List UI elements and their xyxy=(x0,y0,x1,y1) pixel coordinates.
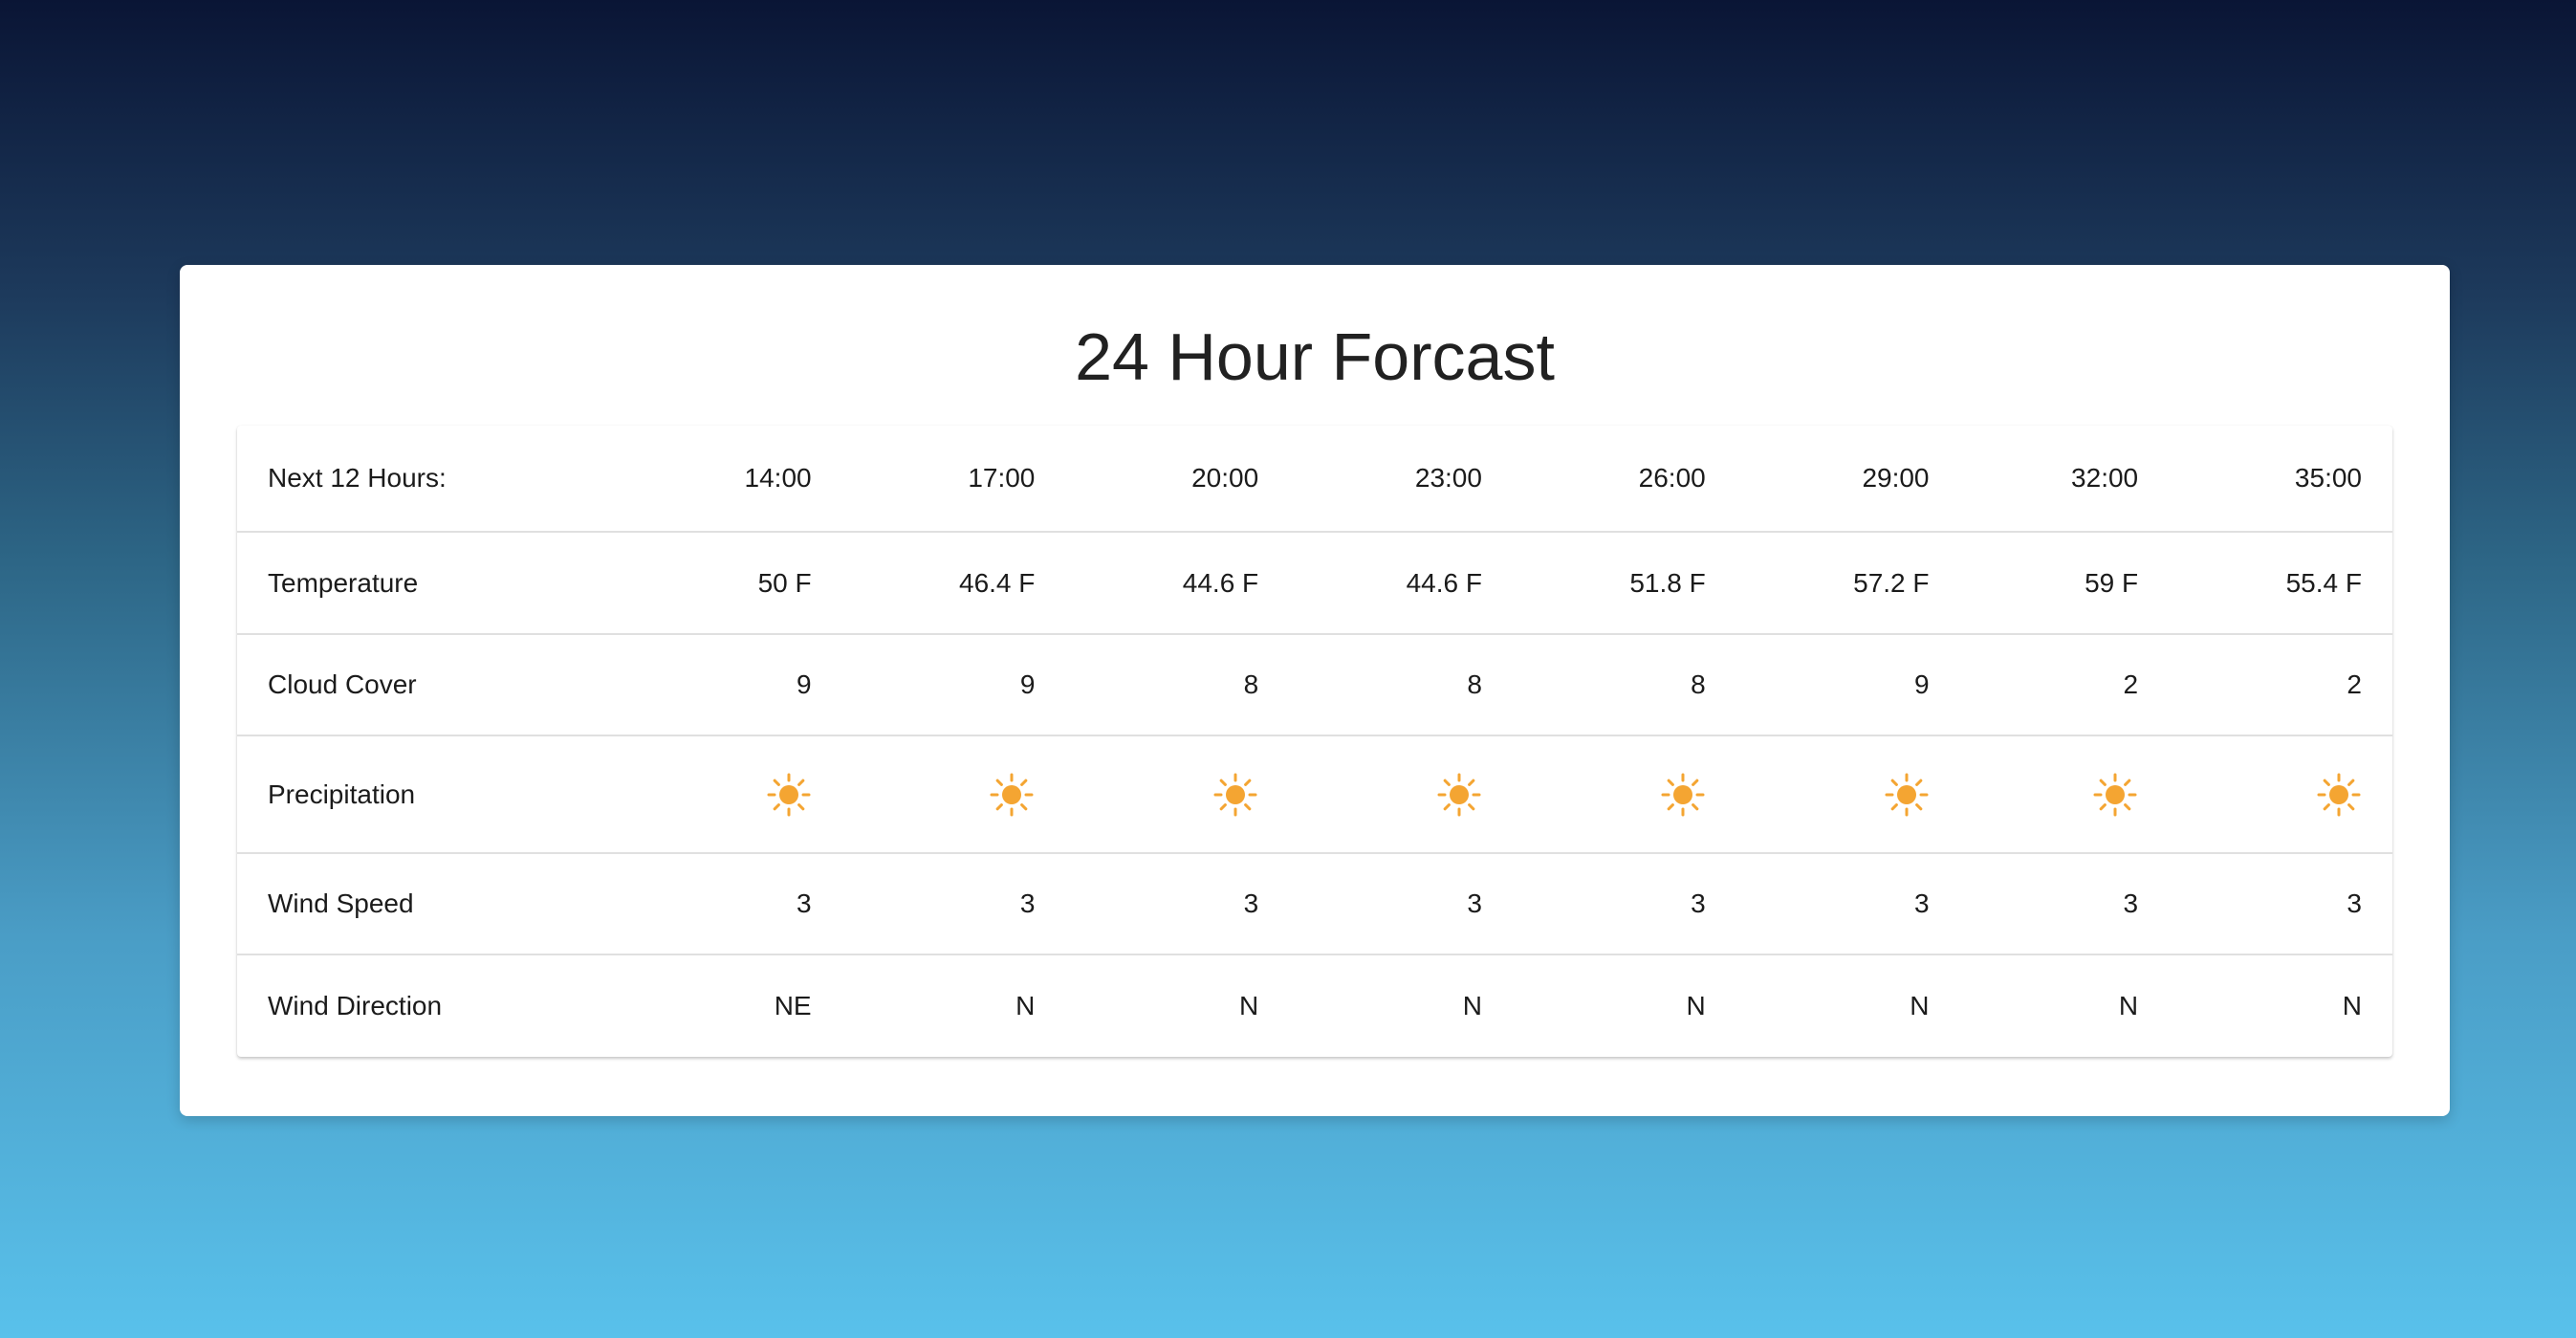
time-cell: 29:00 xyxy=(1736,426,1960,533)
wind-direction-cell: N xyxy=(1686,991,1706,1020)
wind-direction-cell: N xyxy=(1238,991,1259,1020)
time-cell: 20:00 xyxy=(1065,426,1290,533)
sun-icon xyxy=(2317,773,2361,816)
sun-icon xyxy=(1213,773,1257,816)
time-cell: 14:00 xyxy=(633,426,842,533)
time-cell: 32:00 xyxy=(1959,426,2170,533)
row-label: Precipitation xyxy=(237,735,633,854)
wind-direction-cell: N xyxy=(1462,991,1482,1020)
temperature-cell: 50 F xyxy=(633,532,842,635)
time-cell: 17:00 xyxy=(841,426,1066,533)
row-label: Temperature xyxy=(237,532,633,635)
time-cell: 23:00 xyxy=(1289,426,1513,533)
temperature-cell: 55.4 F xyxy=(2169,532,2392,635)
cloud-cover-cell: 2 xyxy=(2169,634,2392,736)
precipitation-cell xyxy=(1512,735,1736,854)
cloud-cover-cell: 2 xyxy=(1959,634,2170,736)
wind-speed-cell: 3 xyxy=(633,853,842,955)
temperature-cell: 44.6 F xyxy=(1289,532,1513,635)
header-label: Next 12 Hours: xyxy=(237,426,633,533)
sun-icon xyxy=(1661,773,1705,816)
cloud-cover-cell: 8 xyxy=(1065,634,1290,736)
precipitation-cell xyxy=(1289,735,1513,854)
sun-icon xyxy=(1437,773,1481,816)
table-row-cloud-cover: Cloud Cover 9 9 8 8 8 9 2 2 xyxy=(237,634,2392,736)
precipitation-cell xyxy=(633,735,842,854)
temperature-cell: 59 F xyxy=(1959,532,2170,635)
time-cell: 26:00 xyxy=(1512,426,1736,533)
table-row-precipitation: Precipitation xyxy=(237,735,2392,854)
precipitation-cell xyxy=(1736,735,1960,854)
wind-direction-cell: N xyxy=(1015,991,1036,1020)
precipitation-cell xyxy=(2169,735,2392,854)
wind-speed-cell: 3 xyxy=(841,853,1066,955)
cloud-cover-cell: 8 xyxy=(1289,634,1513,736)
table-row-temperature: Temperature 50 F 46.4 F 44.6 F 44.6 F 51… xyxy=(237,532,2392,635)
wind-speed-cell: 3 xyxy=(1512,853,1736,955)
wind-speed-cell: 3 xyxy=(1959,853,2170,955)
temperature-cell: 57.2 F xyxy=(1736,532,1960,635)
wind-speed-cell: 3 xyxy=(1065,853,1290,955)
precipitation-cell xyxy=(1065,735,1290,854)
row-label: Wind Direction xyxy=(268,991,443,1020)
table-row-wind-direction: Wind Direction NE N N N N N N N xyxy=(237,954,2392,1057)
sun-icon xyxy=(767,773,811,816)
precipitation-cell xyxy=(1959,735,2170,854)
wind-direction-cell: N xyxy=(2118,991,2139,1020)
forecast-table-container: Next 12 Hours: 14:00 17:00 20:00 23:00 2… xyxy=(237,426,2392,1057)
wind-direction-cell: N xyxy=(2342,991,2362,1020)
forecast-card: 24 Hour Forcast Next 12 Hours: 14:00 17:… xyxy=(180,265,2450,1116)
wind-direction-cell: N xyxy=(1910,991,1930,1020)
cloud-cover-cell: 9 xyxy=(1736,634,1960,736)
sun-icon xyxy=(1885,773,1929,816)
cloud-cover-cell: 9 xyxy=(633,634,842,736)
page-title: 24 Hour Forcast xyxy=(1075,319,1555,394)
precipitation-cell xyxy=(841,735,1066,854)
time-cell: 35:00 xyxy=(2169,426,2392,533)
temperature-cell: 46.4 F xyxy=(841,532,1066,635)
wind-speed-cell: 3 xyxy=(1289,853,1513,955)
sun-icon xyxy=(990,773,1034,816)
cloud-cover-cell: 8 xyxy=(1512,634,1736,736)
row-label: Wind Speed xyxy=(237,853,633,955)
row-label: Cloud Cover xyxy=(237,634,633,736)
forecast-table: Next 12 Hours: 14:00 17:00 20:00 23:00 2… xyxy=(237,426,2392,1057)
temperature-cell: 51.8 F xyxy=(1512,532,1736,635)
table-row-wind-speed: Wind Speed 3 3 3 3 3 3 3 3 xyxy=(237,853,2392,955)
cloud-cover-cell: 9 xyxy=(841,634,1066,736)
wind-speed-cell: 3 xyxy=(2169,853,2392,955)
sun-icon xyxy=(2093,773,2137,816)
wind-direction-cell: NE xyxy=(774,991,812,1020)
temperature-cell: 44.6 F xyxy=(1065,532,1290,635)
wind-speed-cell: 3 xyxy=(1736,853,1960,955)
table-header-row: Next 12 Hours: 14:00 17:00 20:00 23:00 2… xyxy=(237,426,2392,533)
